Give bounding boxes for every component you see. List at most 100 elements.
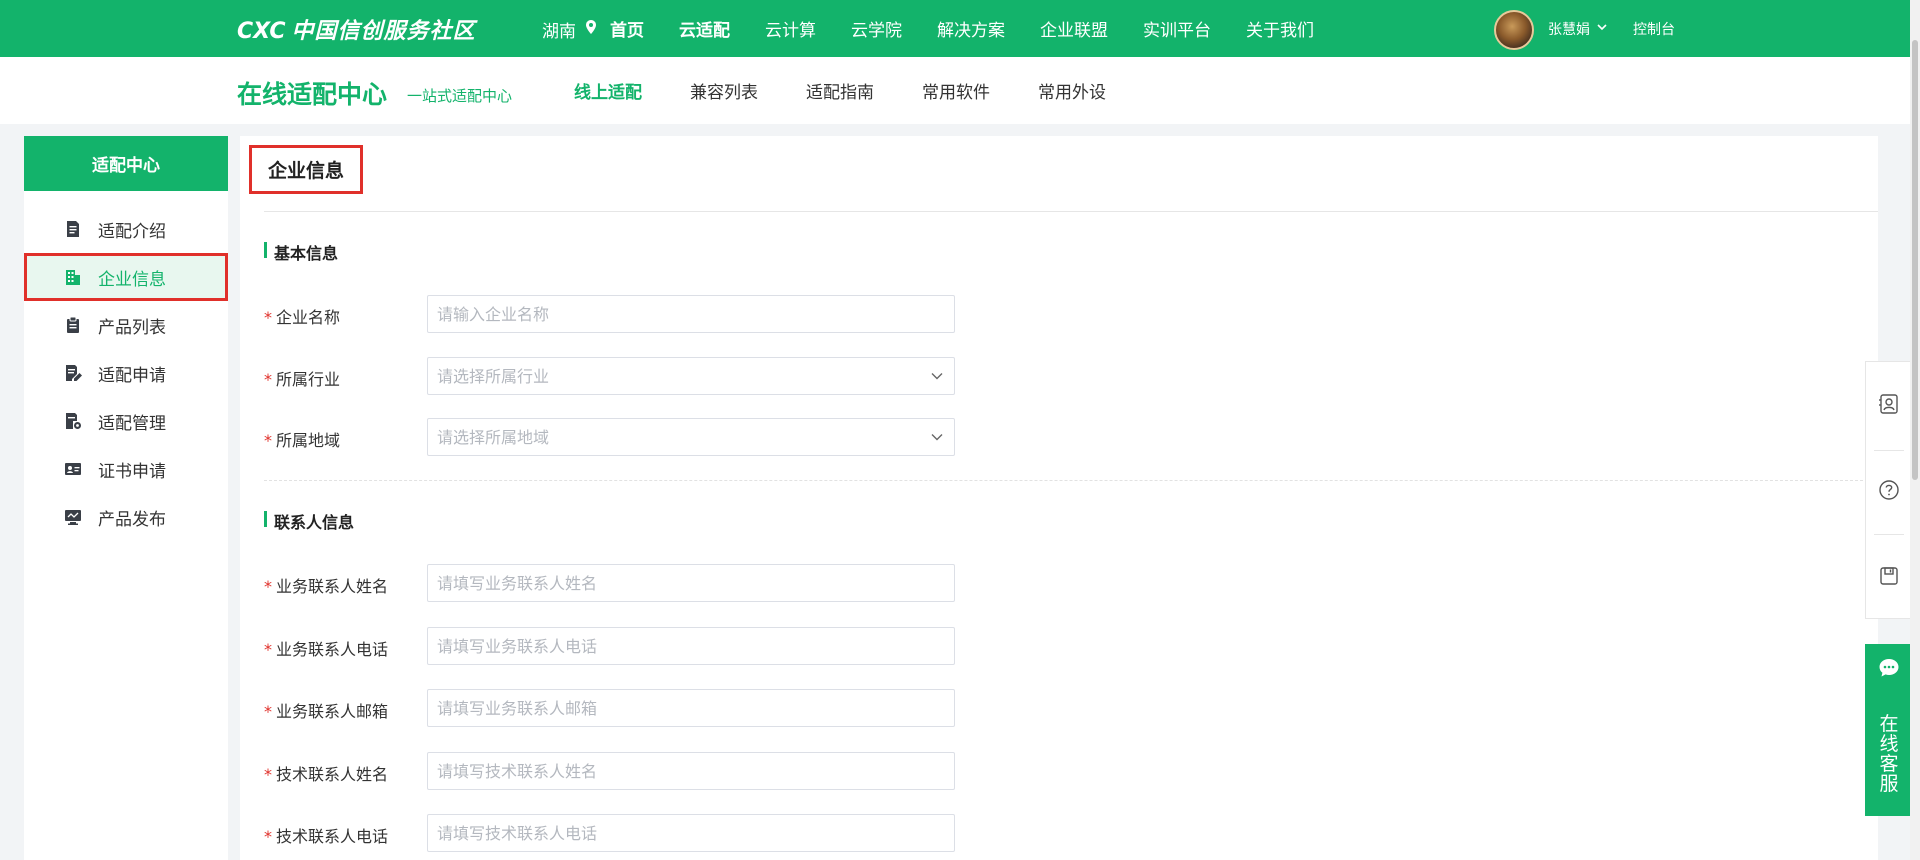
- chat-bubble-icon: [1879, 659, 1899, 677]
- required-mark: *: [264, 370, 272, 389]
- sub-tab[interactable]: 适配指南: [806, 78, 874, 103]
- nav-item[interactable]: 云学院: [851, 16, 902, 41]
- clipboard-icon: [64, 316, 82, 334]
- logo-text: 中国信创服务社区: [291, 19, 476, 44]
- nav-item[interactable]: 关于我们: [1246, 16, 1314, 41]
- page-title: 企业信息: [267, 160, 344, 182]
- biz-contact-phone-row: * 业务联系人电话: [264, 627, 1204, 665]
- nav-item[interactable]: 实训平台: [1143, 16, 1211, 41]
- required-mark: *: [264, 702, 272, 721]
- industry-row: * 所属行业: [264, 357, 1204, 395]
- contact-card-button[interactable]: [1866, 362, 1912, 446]
- sidebar-item[interactable]: 产品发布: [24, 493, 228, 541]
- document-icon: [64, 220, 82, 238]
- monitor-icon: [64, 508, 82, 526]
- required-mark: *: [264, 431, 272, 450]
- building-icon: [64, 268, 82, 286]
- required-mark: *: [264, 765, 272, 784]
- region-label: * 所属地域: [264, 431, 341, 450]
- company-name-input[interactable]: [427, 295, 955, 333]
- section-divider: [264, 480, 1878, 481]
- floating-toolbar: [1865, 361, 1913, 619]
- tech-contact-phone-row: * 技术联系人电话: [264, 814, 1204, 852]
- tech-contact-name-row: * 技术联系人姓名: [264, 752, 1204, 790]
- tech-contact-name-label: * 技术联系人姓名: [264, 765, 389, 784]
- contact-info-heading: 联系人信息: [264, 509, 354, 533]
- sidebar-header: 适配中心: [24, 136, 228, 191]
- section-title: 在线适配中心: [237, 80, 388, 109]
- industry-select[interactable]: [427, 357, 955, 395]
- section-slogan: 一站式适配中心: [407, 87, 513, 105]
- sub-tab[interactable]: 兼容列表: [690, 78, 758, 103]
- sidebar: 适配中心 适配介绍企业信息产品列表适配申请适配管理证书申请产品发布: [24, 136, 228, 860]
- required-mark: *: [264, 308, 272, 327]
- online-customer-service-button[interactable]: 在线客服: [1865, 644, 1913, 816]
- biz-contact-name-label: * 业务联系人姓名: [264, 577, 389, 596]
- sidebar-item-label: 产品列表: [98, 317, 166, 338]
- save-button[interactable]: [1866, 534, 1912, 618]
- biz-contact-name-input[interactable]: [427, 564, 955, 602]
- sidebar-item-label: 证书申请: [98, 461, 166, 482]
- biz-contact-email-input[interactable]: [427, 689, 955, 727]
- sub-tab[interactable]: 线上适配: [574, 78, 642, 103]
- nav-item[interactable]: 解决方案: [937, 16, 1005, 41]
- biz-contact-name-row: * 业务联系人姓名: [264, 564, 1204, 602]
- help-button[interactable]: [1866, 448, 1912, 532]
- sidebar-item-label: 适配申请: [98, 365, 166, 386]
- company-name-row: * 企业名称: [264, 295, 1204, 333]
- sidebar-item-label: 产品发布: [98, 509, 166, 530]
- main-menu: 首页 云适配 云计算 云学院 解决方案 企业联盟 实训平台 关于我们: [610, 0, 1349, 57]
- site-logo[interactable]: CXC 中国信创服务社区: [237, 13, 475, 45]
- city-selector[interactable]: 湖南: [542, 17, 576, 42]
- save-icon: [1880, 567, 1898, 585]
- document-settings-icon: [64, 412, 82, 430]
- logo-prefix: CXC: [237, 19, 286, 44]
- region-row: * 所属地域: [264, 418, 1204, 456]
- biz-contact-phone-label: * 业务联系人电话: [264, 640, 389, 659]
- help-icon: [1879, 480, 1899, 500]
- sidebar-item-label: 适配管理: [98, 413, 166, 434]
- sidebar-item[interactable]: 适配管理: [24, 397, 228, 445]
- sidebar-item[interactable]: 企业信息: [24, 253, 228, 301]
- console-link[interactable]: 控制台: [1633, 19, 1675, 39]
- required-mark: *: [264, 827, 272, 846]
- nav-item[interactable]: 云计算: [765, 16, 816, 41]
- chevron-down-icon[interactable]: [1597, 23, 1607, 31]
- company-name-label: * 企业名称: [264, 308, 341, 327]
- sub-tabs: 线上适配 兼容列表 适配指南 常用软件 常用外设: [574, 57, 1154, 124]
- sidebar-item-label: 企业信息: [98, 269, 166, 290]
- biz-contact-phone-input[interactable]: [427, 627, 955, 665]
- sub-tab[interactable]: 常用软件: [922, 78, 990, 103]
- main-panel: 企业信息 基本信息 *企业名称 *所属行业 *所属地域 联系人信息 *业务联系人…: [240, 136, 1878, 860]
- required-mark: *: [264, 577, 272, 596]
- biz-contact-email-label: * 业务联系人邮箱: [264, 702, 389, 721]
- basic-info-heading: 基本信息: [264, 240, 338, 264]
- sidebar-item[interactable]: 产品列表: [24, 301, 228, 349]
- tech-contact-name-input[interactable]: [427, 752, 955, 790]
- tech-contact-phone-input[interactable]: [427, 814, 955, 852]
- location-pin-icon: [586, 20, 596, 34]
- tech-contact-phone-label: * 技术联系人电话: [264, 827, 389, 846]
- nav-item[interactable]: 企业联盟: [1040, 16, 1108, 41]
- top-navbar: CXC 中国信创服务社区 湖南 首页 云适配 云计算 云学院 解决方案 企业联盟 实训平台 关于…: [0, 0, 1920, 57]
- id-card-icon: [64, 460, 82, 478]
- industry-label: * 所属行业: [264, 370, 341, 389]
- customer-service-label: 在线客服: [1879, 713, 1899, 795]
- title-divider: [264, 211, 1878, 212]
- page-title-box: 企业信息: [249, 145, 363, 194]
- contact-card-icon: [1879, 394, 1898, 414]
- nav-item[interactable]: 首页: [610, 16, 644, 41]
- sidebar-item-label: 适配介绍: [98, 221, 166, 242]
- biz-contact-email-row: * 业务联系人邮箱: [264, 689, 1204, 727]
- page-scrollbar[interactable]: [1910, 0, 1920, 860]
- sidebar-menu: 适配介绍企业信息产品列表适配申请适配管理证书申请产品发布: [24, 191, 228, 541]
- sub-tab[interactable]: 常用外设: [1038, 78, 1106, 103]
- scrollbar-thumb[interactable]: [1912, 40, 1918, 480]
- avatar[interactable]: [1494, 10, 1534, 50]
- sidebar-item[interactable]: 适配介绍: [24, 205, 228, 253]
- username[interactable]: 张慧娟: [1548, 19, 1590, 39]
- nav-item[interactable]: 云适配: [679, 16, 730, 41]
- region-select[interactable]: [427, 418, 955, 456]
- sidebar-item[interactable]: 证书申请: [24, 445, 228, 493]
- sidebar-item[interactable]: 适配申请: [24, 349, 228, 397]
